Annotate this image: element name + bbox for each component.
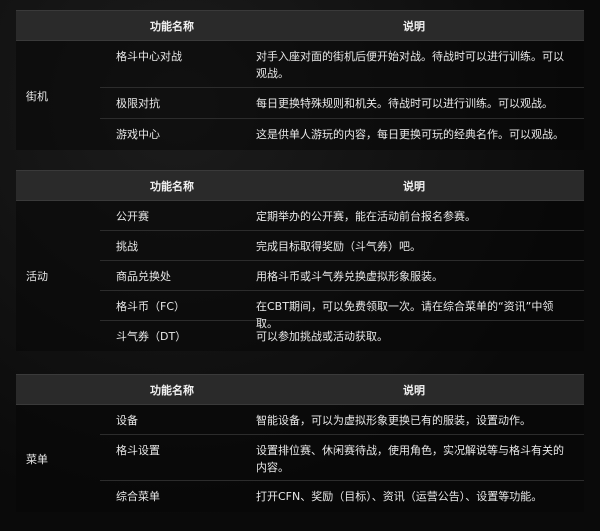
feature-desc: 可以参加挑战或活动获取。 bbox=[256, 330, 388, 343]
category-label: 活动 bbox=[26, 270, 48, 283]
category-label: 街机 bbox=[26, 89, 48, 103]
table-row: 斗气券（DT） 可以参加挑战或活动获取。 bbox=[100, 321, 584, 351]
table-header: 功能名称 说明 bbox=[16, 170, 584, 201]
feature-desc: 这是供单人游玩的内容，每日更换可玩的经典名作。可以观战。 bbox=[256, 128, 564, 141]
table-header: 功能名称 说明 bbox=[16, 374, 584, 405]
feature-name: 格斗中心对战 bbox=[116, 50, 182, 63]
feature-desc: 对手入座对面的街机后便开始对战。待战时可以进行训练。可以观战。 bbox=[256, 50, 564, 80]
feature-name: 挑战 bbox=[116, 240, 138, 253]
events-table: 功能名称 说明 活动 公开赛 定期举办的公开赛，能在活动前台报名参赛。 挑战 完… bbox=[16, 170, 584, 351]
table-row: 设备 智能设备，可以为虚拟形象更换已有的服装，设置动作。 bbox=[100, 405, 584, 435]
table-row: 商品兑换处 用格斗币或斗气券兑换虚拟形象服装。 bbox=[100, 261, 584, 291]
feature-name: 商品兑换处 bbox=[116, 270, 171, 283]
feature-desc: 设置排位赛、休闲赛待战，使用角色，实况解说等与格斗有关的内容。 bbox=[256, 444, 564, 474]
feature-name: 游戏中心 bbox=[116, 128, 160, 141]
feature-name: 设备 bbox=[116, 414, 138, 427]
feature-desc: 用格斗币或斗气券兑换虚拟形象服装。 bbox=[256, 270, 443, 283]
header-description: 说明 bbox=[403, 383, 425, 397]
feature-name: 格斗币（FC） bbox=[116, 300, 186, 313]
header-feature-name: 功能名称 bbox=[150, 383, 194, 397]
feature-desc: 打开CFN、奖励（目标）、资讯（运营公告）、设置等功能。 bbox=[256, 490, 543, 503]
feature-name: 斗气券（DT） bbox=[116, 330, 187, 343]
feature-desc: 每日更换特殊规则和机关。待战时可以进行训练。可以观战。 bbox=[256, 97, 553, 110]
table-row: 公开赛 定期举办的公开赛，能在活动前台报名参赛。 bbox=[100, 201, 584, 231]
table-row: 游戏中心 这是供单人游玩的内容，每日更换可玩的经典名作。可以观战。 bbox=[100, 119, 584, 150]
menu-table: 功能名称 说明 菜单 设备 智能设备，可以为虚拟形象更换已有的服装，设置动作。 … bbox=[16, 374, 584, 512]
table-row: 格斗设置 设置排位赛、休闲赛待战，使用角色，实况解说等与格斗有关的内容。 bbox=[100, 435, 584, 481]
category-label: 菜单 bbox=[26, 452, 48, 466]
table-row: 极限对抗 每日更换特殊规则和机关。待战时可以进行训练。可以观战。 bbox=[100, 88, 584, 119]
feature-name: 综合菜单 bbox=[116, 490, 160, 503]
feature-desc: 在CBT期间，可以免费领取一次。请在综合菜单的“资讯”中领取。 bbox=[256, 300, 554, 330]
feature-desc: 定期举办的公开赛，能在活动前台报名参赛。 bbox=[256, 210, 476, 223]
table-row: 格斗币（FC） 在CBT期间，可以免费领取一次。请在综合菜单的“资讯”中领取。 bbox=[100, 291, 584, 330]
feature-name: 极限对抗 bbox=[116, 97, 160, 110]
header-feature-name: 功能名称 bbox=[150, 19, 194, 33]
table-row: 格斗中心对战 对手入座对面的街机后便开始对战。待战时可以进行训练。可以观战。 bbox=[100, 41, 584, 88]
feature-name: 公开赛 bbox=[116, 210, 149, 223]
header-feature-name: 功能名称 bbox=[150, 179, 194, 193]
feature-desc: 智能设备，可以为虚拟形象更换已有的服装，设置动作。 bbox=[256, 414, 531, 427]
feature-name: 格斗设置 bbox=[116, 444, 160, 457]
arcade-table: 功能名称 说明 街机 格斗中心对战 对手入座对面的街机后便开始对战。待战时可以进… bbox=[16, 10, 584, 150]
header-description: 说明 bbox=[403, 179, 425, 193]
feature-desc: 完成目标取得奖励（斗气券）吧。 bbox=[256, 240, 421, 253]
table-row: 综合菜单 打开CFN、奖励（目标）、资讯（运营公告）、设置等功能。 bbox=[100, 481, 584, 512]
table-row: 挑战 完成目标取得奖励（斗气券）吧。 bbox=[100, 231, 584, 261]
table-header: 功能名称 说明 bbox=[16, 10, 584, 41]
header-description: 说明 bbox=[403, 19, 425, 33]
